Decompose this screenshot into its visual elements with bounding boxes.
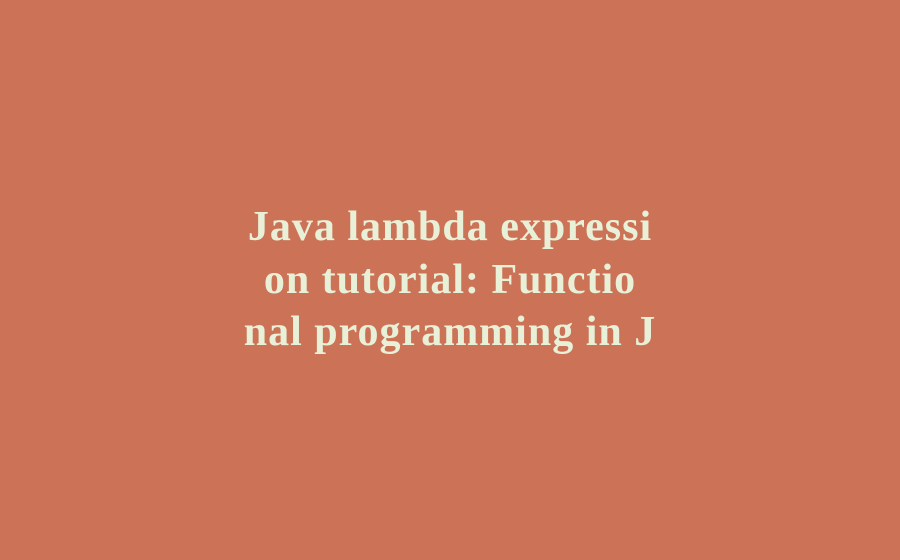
headline-text: Java lambda expressi on tutorial: Functi… [184,201,716,359]
headline-line-1: Java lambda expressi [244,201,656,254]
headline-line-3: nal programming in J [244,306,656,359]
headline-line-2: on tutorial: Functio [244,254,656,307]
